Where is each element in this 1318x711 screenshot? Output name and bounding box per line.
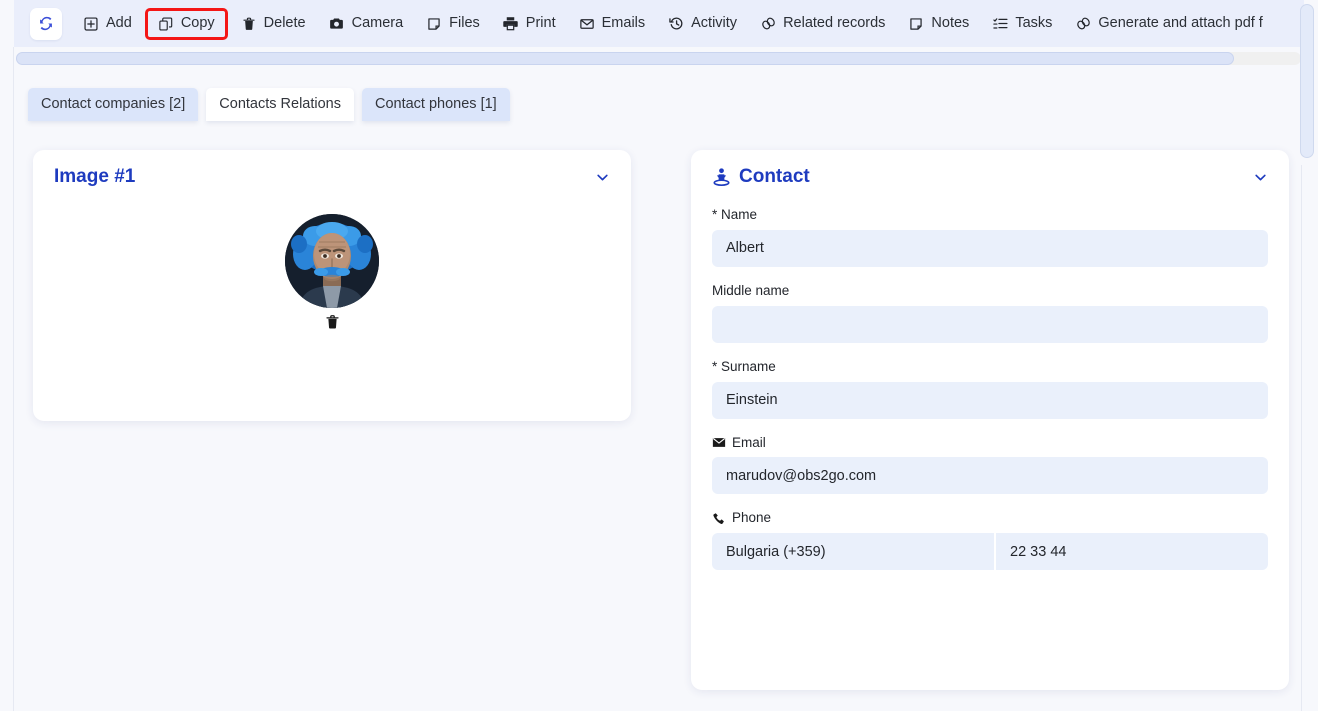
left-divider: [13, 47, 14, 711]
toolbar-button-related-records[interactable]: Related records: [751, 10, 894, 38]
toolbar-label: Add: [106, 15, 132, 32]
horizontal-scrollbar-thumb[interactable]: [16, 52, 1234, 65]
field-label-text: * Name: [712, 207, 758, 222]
toolbar-label: Generate and attach pdf f: [1098, 15, 1263, 32]
person-pedestal-icon: [712, 167, 731, 187]
tab-contact-phones[interactable]: Contact phones [1]: [361, 88, 510, 121]
envelope-icon: [712, 437, 726, 448]
field-label-text: Phone: [732, 510, 772, 526]
toolbar-button-tasks[interactable]: Tasks: [983, 10, 1061, 38]
tab-contact-companies[interactable]: Contact companies [2]: [28, 88, 199, 121]
copy-icon: [158, 16, 174, 32]
refresh-button[interactable]: [30, 7, 62, 40]
toolbar-button-print[interactable]: Print: [494, 10, 565, 38]
phone-icon: [712, 512, 726, 526]
toolbar-label: Camera: [351, 15, 404, 32]
toolbar-button-delete[interactable]: Delete: [232, 10, 315, 38]
envelope-icon: [579, 16, 595, 32]
tasks-icon: [992, 16, 1008, 32]
image-card-body: [33, 214, 631, 335]
image-card-header: Image #1: [33, 150, 631, 188]
history-icon: [668, 16, 684, 32]
camera-icon: [329, 16, 345, 32]
toolbar-button-emails[interactable]: Emails: [570, 10, 655, 38]
toolbar-label: Related records: [783, 15, 886, 32]
vertical-scrollbar[interactable]: [1300, 0, 1314, 711]
field-middle-name: Middle name: [712, 282, 1268, 343]
tab-contacts-relations[interactable]: Contacts Relations: [206, 88, 354, 121]
contact-card-title-group: Contact: [712, 166, 810, 188]
chevron-down-icon[interactable]: [595, 170, 610, 185]
field-label: * Name: [712, 207, 1268, 223]
link-icon: [760, 16, 776, 32]
toolbar-button-generate-attach-pdf[interactable]: Generate and attach pdf f: [1066, 10, 1271, 38]
field-label-text: Email: [732, 434, 766, 450]
field-surname: * Surname Einstein: [712, 358, 1268, 419]
middle-name-input[interactable]: [712, 305, 1268, 343]
field-label: Phone: [712, 511, 1268, 526]
refresh-icon: [38, 16, 54, 32]
toolbar-label: Activity: [691, 15, 738, 32]
toolbar-label: Print: [525, 15, 556, 32]
link-icon: [1075, 16, 1091, 32]
plus-square-icon: [83, 16, 99, 32]
field-name: * Name Albert: [712, 207, 1268, 267]
toolbar-label: Notes: [931, 15, 970, 32]
avatar[interactable]: [285, 214, 379, 308]
toolbar-button-copy[interactable]: Copy: [144, 7, 228, 40]
toolbar-label: Tasks: [1015, 15, 1053, 32]
toolbar-button-camera[interactable]: Camera: [320, 10, 413, 38]
horizontal-scrollbar[interactable]: [16, 52, 1301, 65]
field-label-text: Middle name: [712, 282, 790, 298]
contact-card-header: Contact: [691, 150, 1289, 188]
chevron-down-icon[interactable]: [1253, 170, 1268, 185]
phone-number-input[interactable]: 22 33 44: [996, 533, 1268, 571]
related-tabs: Contact companies [2] Contacts Relations…: [28, 88, 518, 121]
contact-form: * Name Albert Middle name * Surname Eins…: [691, 188, 1289, 571]
trash-icon: [241, 16, 257, 32]
field-label: * Surname: [712, 358, 1268, 375]
toolbar-label: Copy: [180, 15, 215, 32]
tab-label: Contact companies [2]: [41, 96, 186, 112]
record-toolbar: Add Copy Delete Camera Files Print Email…: [14, 0, 1304, 47]
image-card-title-group: Image #1: [54, 166, 135, 188]
field-label-text: * Surname: [712, 358, 776, 374]
toolbar-button-files[interactable]: Files: [417, 10, 489, 38]
name-input[interactable]: Albert: [712, 229, 1268, 267]
phone-row: Bulgaria (+359) 22 33 44: [712, 533, 1268, 571]
field-email: Email marudov@obs2go.com: [712, 434, 1268, 495]
toolbar-button-notes[interactable]: Notes: [899, 10, 978, 38]
phone-country-select[interactable]: Bulgaria (+359): [712, 533, 994, 571]
tab-label: Contact phones [1]: [374, 96, 497, 112]
trash-icon: [325, 314, 340, 335]
toolbar-label: Emails: [601, 15, 646, 32]
print-icon: [503, 16, 519, 32]
contact-card-title: Contact: [739, 166, 810, 187]
toolbar-label: Files: [449, 15, 480, 32]
avatar-delete-button[interactable]: [325, 314, 340, 335]
page-title: Image #1: [54, 166, 136, 187]
contact-card: Contact * Name Albert Middle name * Surn…: [691, 150, 1289, 690]
tab-label: Contacts Relations: [219, 96, 341, 112]
app-root: Add Copy Delete Camera Files Print Email…: [0, 0, 1318, 711]
toolbar-button-add[interactable]: Add: [74, 10, 141, 38]
surname-input[interactable]: Einstein: [712, 381, 1268, 419]
toolbar-button-activity[interactable]: Activity: [659, 10, 746, 38]
vertical-scrollbar-thumb[interactable]: [1300, 4, 1314, 158]
image-card: Image #1: [33, 150, 631, 421]
sticky-note-icon: [908, 16, 924, 32]
field-phone: Phone Bulgaria (+359) 22 33 44: [712, 511, 1268, 571]
field-label: Email: [712, 434, 1268, 451]
toolbar-label: Delete: [263, 15, 306, 32]
email-input[interactable]: marudov@obs2go.com: [712, 457, 1268, 495]
file-icon: [426, 16, 442, 32]
field-label: Middle name: [712, 282, 1268, 299]
